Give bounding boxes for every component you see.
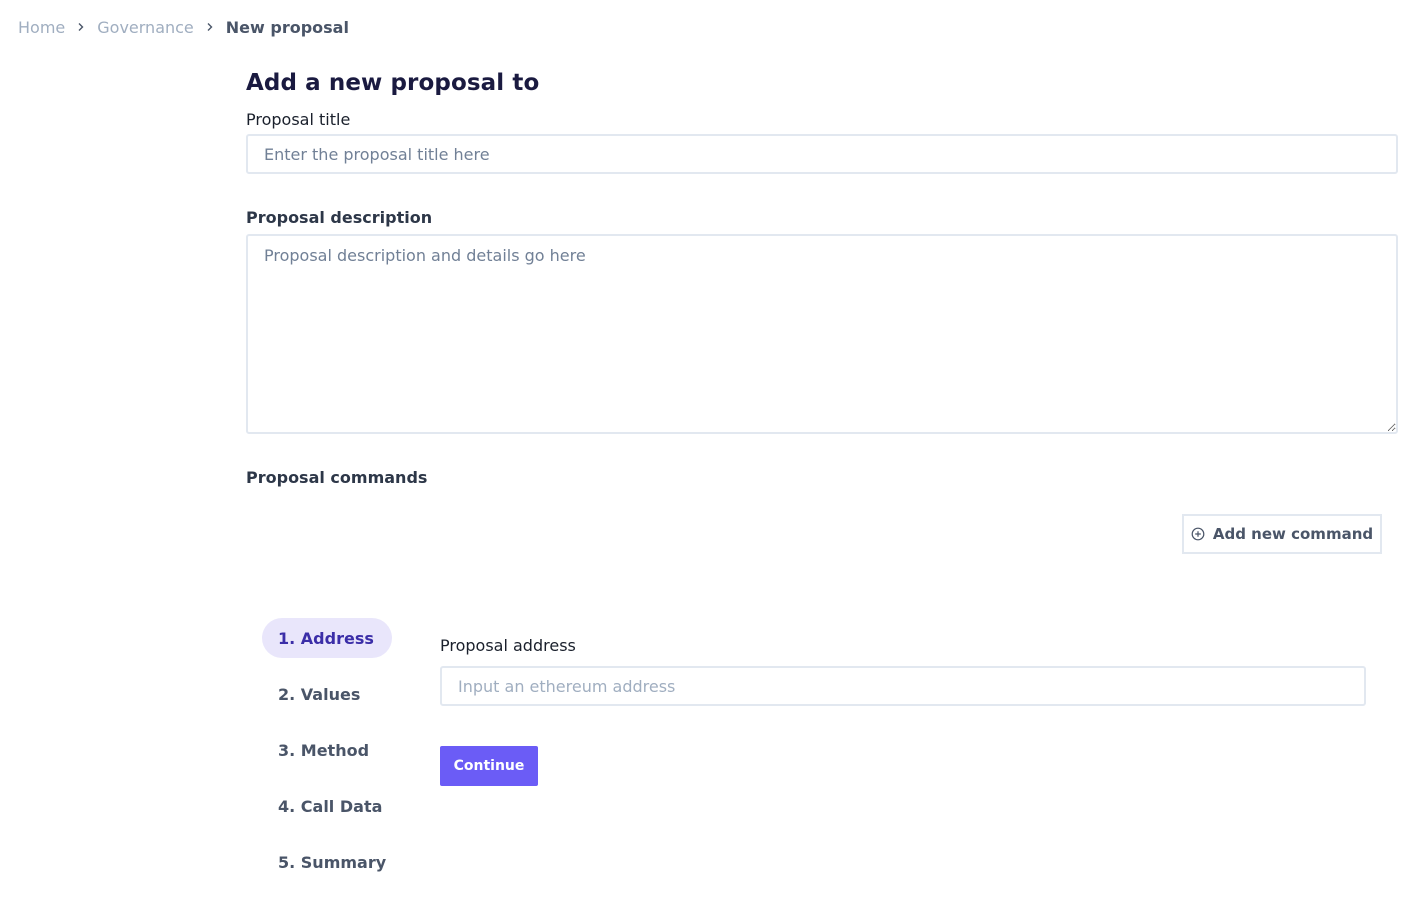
add-new-command-label: Add new command <box>1212 525 1374 543</box>
proposal-address-label: Proposal address <box>440 636 576 655</box>
step-address[interactable]: 1. Address <box>262 618 392 658</box>
proposal-title-input[interactable] <box>246 134 1398 174</box>
breadcrumb-governance-link[interactable]: Governance <box>97 18 194 37</box>
proposal-address-input[interactable] <box>440 666 1366 706</box>
breadcrumb-home-link[interactable]: Home <box>18 18 65 37</box>
add-new-command-button[interactable]: Add new command <box>1182 514 1382 554</box>
step-call-data[interactable]: 4. Call Data <box>262 786 392 826</box>
step-values[interactable]: 2. Values <box>262 674 392 714</box>
proposal-commands-heading: Proposal commands <box>246 468 428 487</box>
chevron-right-icon <box>194 22 226 32</box>
continue-button[interactable]: Continue <box>440 746 538 786</box>
proposal-title-label: Proposal title <box>246 110 351 129</box>
breadcrumb: Home Governance New proposal <box>18 15 349 39</box>
step-method[interactable]: 3. Method <box>262 730 392 770</box>
plus-circle-icon <box>1191 527 1205 541</box>
step-summary[interactable]: 5. Summary <box>262 842 392 882</box>
proposal-description-label: Proposal description <box>246 208 433 227</box>
wizard-steps: 1. Address 2. Values 3. Method 4. Call D… <box>262 618 392 898</box>
chevron-right-icon <box>65 22 97 32</box>
page-title: Add a new proposal to <box>246 70 540 96</box>
breadcrumb-current: New proposal <box>225 17 349 37</box>
proposal-description-textarea[interactable] <box>246 234 1398 434</box>
